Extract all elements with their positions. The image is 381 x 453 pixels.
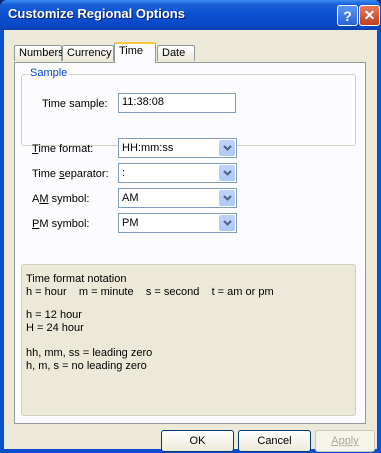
title-bar[interactable]: Customize Regional Options ? ✕: [0, 0, 381, 30]
notation-line: H = 24 hour: [26, 322, 84, 334]
tab-numbers-label: Numbers: [19, 47, 64, 59]
chevron-down-icon[interactable]: [219, 140, 235, 156]
pm-symbol-combo[interactable]: PM: [118, 213, 237, 233]
dialog-client-area: Numbers Currency Time Date Sample Time s…: [4, 30, 377, 452]
time-format-label: Time format:: [32, 143, 94, 155]
cancel-button[interactable]: Cancel: [238, 430, 311, 452]
notation-line: h, m, s = no leading zero: [26, 360, 147, 372]
apply-button: Apply: [315, 430, 375, 452]
dialog-window: Customize Regional Options ? ✕ Numbers C…: [0, 0, 381, 453]
time-sample-field: 11:38:08: [118, 93, 236, 113]
pm-symbol-value: PM: [122, 217, 139, 229]
notation-title: Time format notation: [26, 273, 127, 285]
time-separator-combo[interactable]: :: [118, 163, 237, 183]
chevron-down-icon[interactable]: [219, 215, 235, 231]
cancel-button-label: Cancel: [257, 435, 292, 447]
time-sample-label: Time sample:: [42, 98, 108, 110]
ok-button-label: OK: [189, 435, 206, 447]
help-button[interactable]: ?: [337, 5, 358, 26]
apply-button-label: Apply: [331, 435, 359, 447]
notation-line: h = hour m = minute s = second t = am or…: [26, 286, 274, 298]
time-format-combo[interactable]: HH:mm:ss: [118, 138, 237, 158]
tab-numbers[interactable]: Numbers: [14, 45, 64, 61]
notation-line: h = 12 hour: [26, 309, 82, 321]
tab-currency-label: Currency: [67, 47, 112, 59]
window-title: Customize Regional Options: [8, 6, 185, 21]
am-symbol-label: AM symbol:: [32, 193, 90, 205]
time-format-value: HH:mm:ss: [122, 142, 174, 154]
tab-date[interactable]: Date: [157, 45, 195, 61]
chevron-down-icon[interactable]: [219, 190, 235, 206]
close-button[interactable]: ✕: [359, 5, 380, 26]
pm-symbol-label: PM symbol:: [32, 218, 90, 230]
chevron-down-icon[interactable]: [219, 165, 235, 181]
notation-line: hh, mm, ss = leading zero: [26, 347, 153, 359]
am-symbol-value: AM: [122, 192, 139, 204]
tab-date-label: Date: [162, 47, 186, 59]
help-icon: ?: [343, 7, 352, 24]
ok-button[interactable]: OK: [161, 430, 234, 452]
time-sample-value: 11:38:08: [122, 96, 165, 108]
time-separator-label: Time separator:: [32, 168, 109, 180]
close-icon: ✕: [363, 7, 376, 23]
tab-currency[interactable]: Currency: [62, 45, 114, 61]
tab-time-label: Time: [119, 45, 144, 57]
sample-group-label: Sample: [28, 67, 70, 79]
time-separator-value: :: [122, 167, 126, 179]
am-symbol-combo[interactable]: AM: [118, 188, 237, 208]
tab-time[interactable]: Time: [114, 42, 156, 63]
